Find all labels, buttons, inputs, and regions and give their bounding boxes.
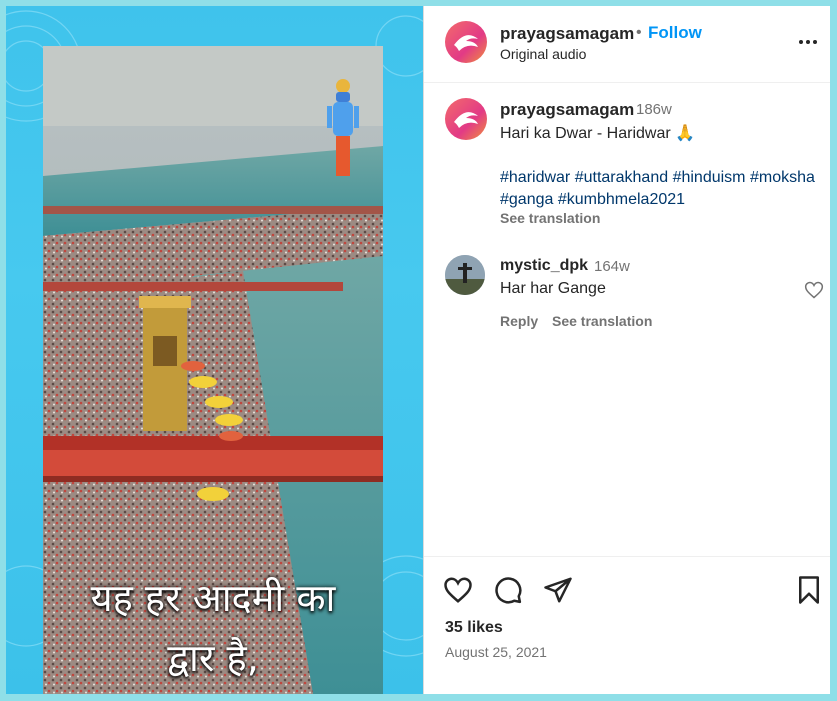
caption-author-avatar[interactable]: [445, 98, 487, 140]
caption-age: 186w: [636, 101, 672, 118]
audio-label[interactable]: Original audio: [500, 46, 586, 62]
bookmark-icon[interactable]: [794, 575, 824, 605]
more-options-icon[interactable]: [796, 30, 820, 54]
hashtag-list: #haridwar #uttarakhand #hinduism #moksha…: [500, 167, 818, 211]
post-details-panel: prayagsamagam • Follow Original audio pr…: [423, 6, 830, 694]
hashtag-link[interactable]: #hinduism: [673, 169, 746, 186]
media-pane[interactable]: यह हर आदमी का द्वार है,: [6, 6, 423, 694]
comment-avatar[interactable]: [445, 255, 485, 295]
action-bar: 35 likes August 25, 2021: [424, 556, 830, 694]
likes-count[interactable]: 35 likes: [445, 619, 503, 637]
comment-icon[interactable]: [493, 575, 523, 605]
reply-button[interactable]: Reply: [500, 313, 538, 329]
hashtag-link[interactable]: #ganga: [500, 191, 553, 208]
caption-body: Hari ka Dwar - Haridwar 🙏: [500, 125, 696, 142]
author-avatar[interactable]: [445, 21, 487, 63]
separator-dot: •: [636, 24, 642, 41]
post-header: prayagsamagam • Follow Original audio: [424, 6, 830, 83]
hashtag-link[interactable]: #moksha: [750, 169, 815, 186]
logo-icon: [454, 112, 478, 128]
logo-icon: [454, 35, 478, 51]
video-text-overlay: यह हर आदमी का द्वार है,: [43, 568, 383, 688]
video-text-line: यह हर आदमी का: [90, 576, 336, 620]
caption-see-translation-link[interactable]: See translation: [500, 210, 600, 226]
caption-username[interactable]: prayagsamagam: [500, 100, 634, 120]
caption-text: Hari ka Dwar - Haridwar 🙏 #haridwar #utt…: [500, 123, 818, 211]
hashtag-link[interactable]: #uttarakhand: [575, 169, 668, 186]
follow-button[interactable]: Follow: [648, 23, 702, 43]
heart-icon[interactable]: [443, 575, 473, 605]
comment-age: 164w: [594, 258, 630, 275]
hashtag-link[interactable]: #kumbhmela2021: [558, 191, 685, 208]
hashtag-link[interactable]: #haridwar: [500, 169, 570, 186]
comment-see-translation-link[interactable]: See translation: [552, 313, 652, 329]
comment-heart-icon[interactable]: [804, 280, 824, 300]
comment-username[interactable]: mystic_dpk: [500, 257, 588, 275]
post-date[interactable]: August 25, 2021: [445, 644, 547, 660]
video-player[interactable]: यह हर आदमी का द्वार है,: [43, 46, 383, 694]
profile-photo: [445, 255, 485, 295]
video-text-line: द्वार है,: [167, 636, 259, 680]
post-dialog: यह हर आदमी का द्वार है, prayagsamagam • …: [6, 6, 830, 694]
share-icon[interactable]: [543, 575, 573, 605]
author-username[interactable]: prayagsamagam: [500, 24, 634, 44]
comment-text: Har har Gange: [500, 280, 606, 297]
